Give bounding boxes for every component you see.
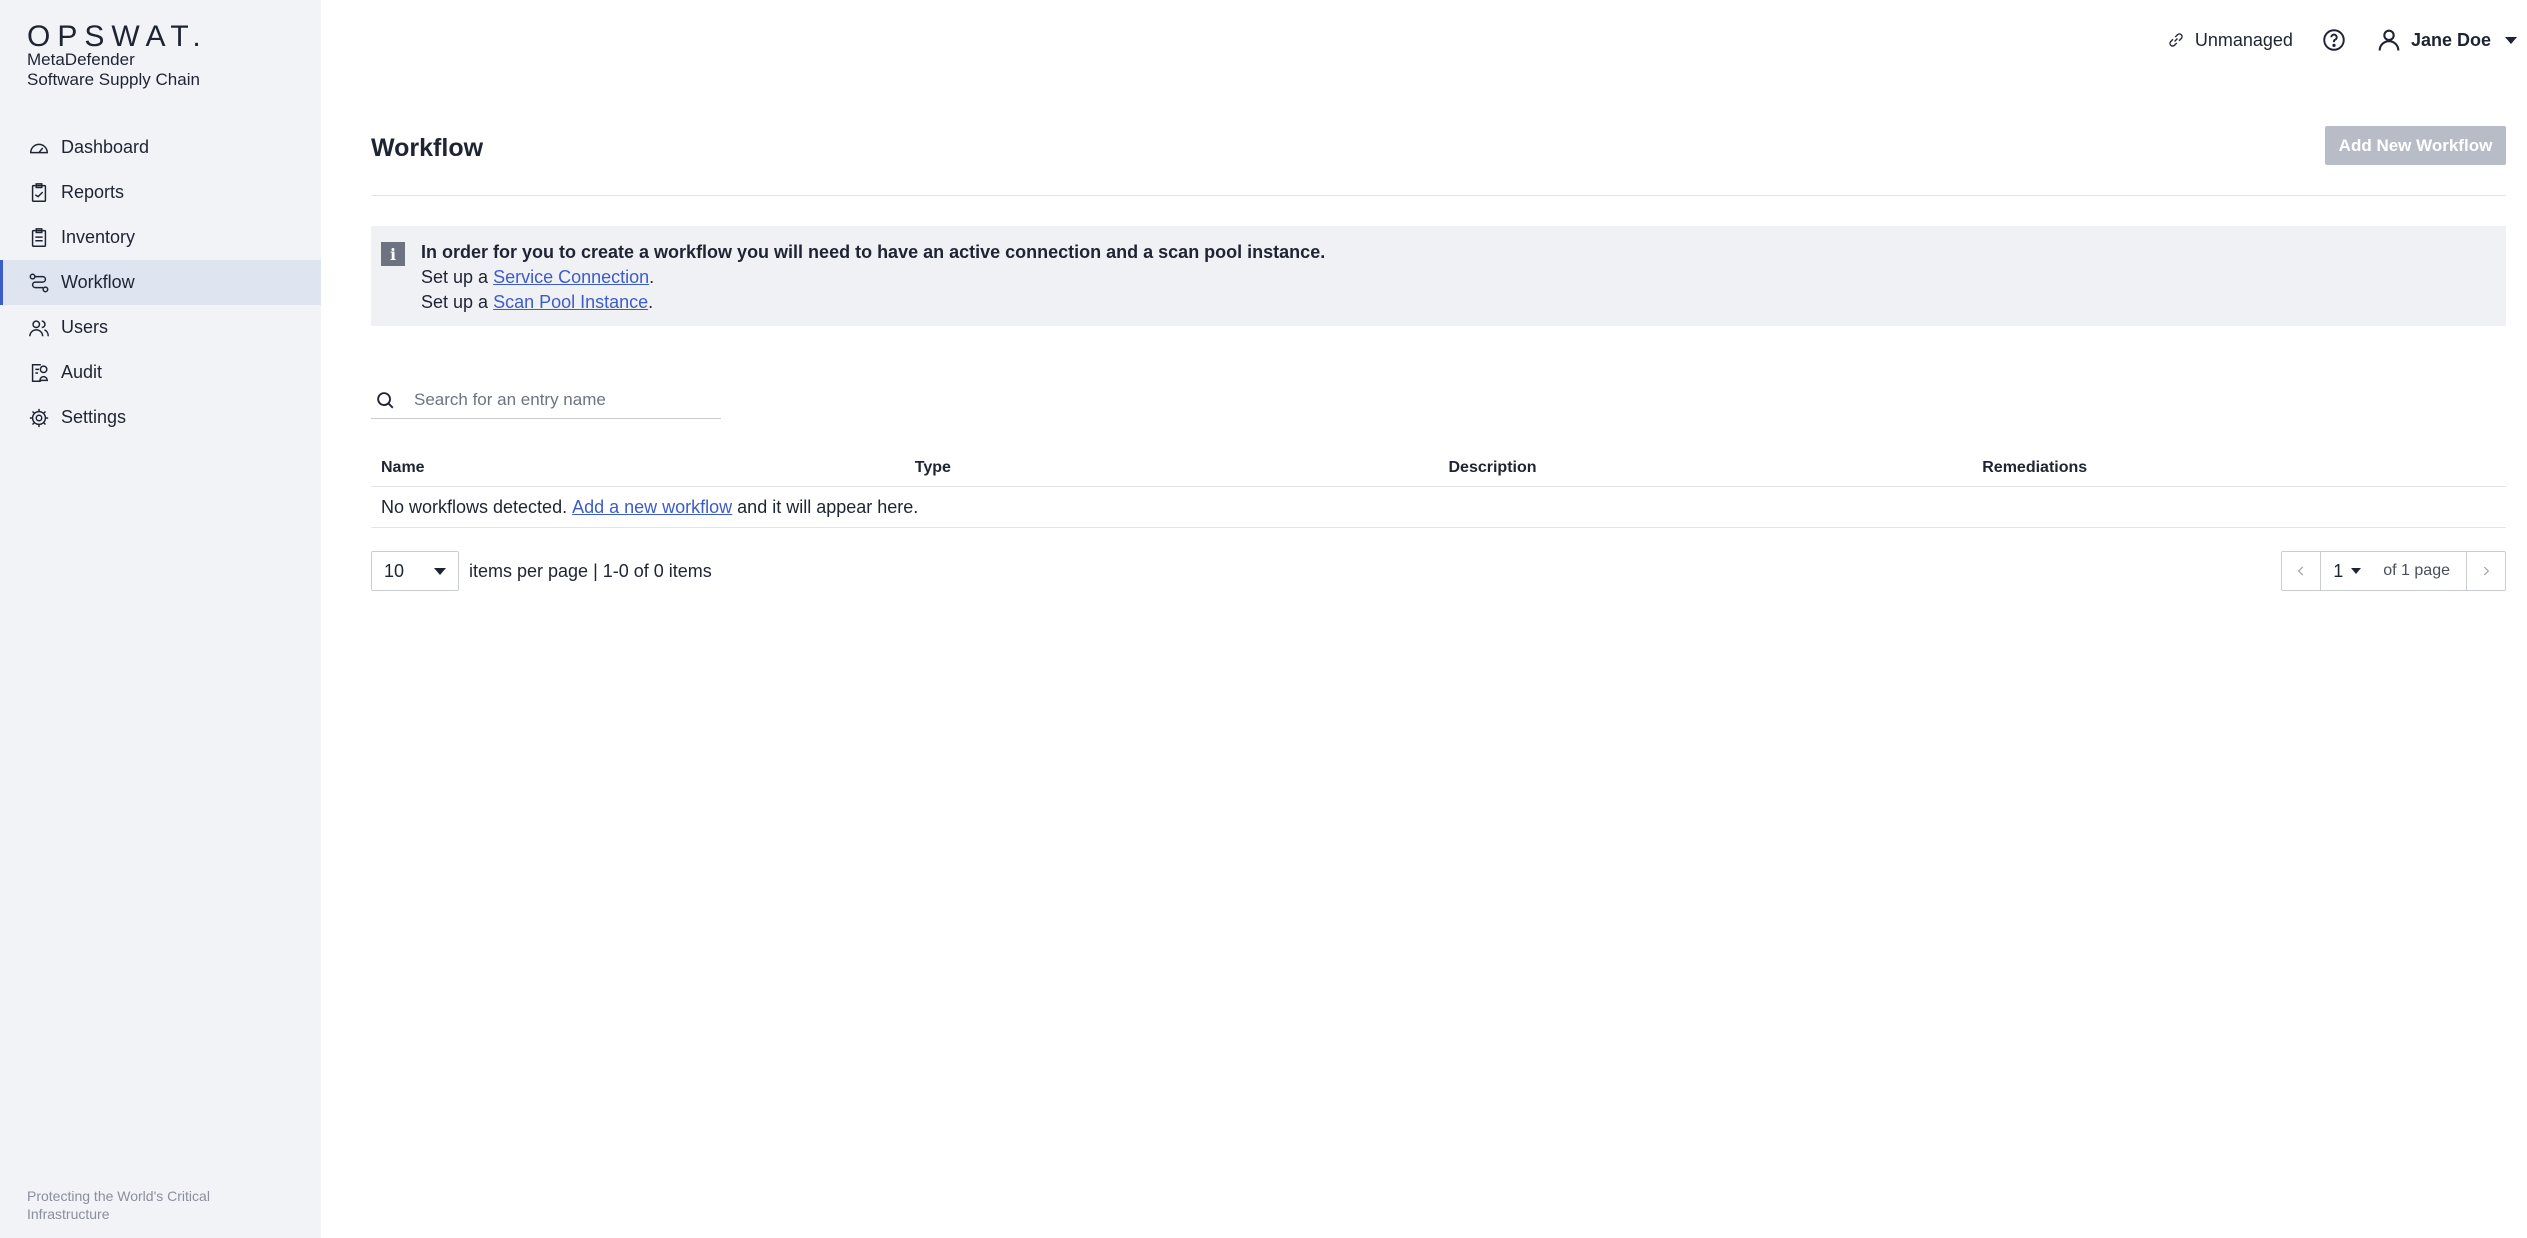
settings-icon [27, 406, 51, 430]
chevron-down-icon [2505, 36, 2517, 44]
sidebar-item-inventory[interactable]: Inventory [0, 215, 321, 260]
help-button[interactable] [2321, 27, 2347, 53]
help-icon [2323, 29, 2345, 51]
page-title: Workflow [371, 134, 484, 162]
inventory-icon [27, 226, 51, 250]
alert-line-suffix: . [649, 267, 655, 287]
search-box [371, 382, 721, 419]
sidebar-item-workflow[interactable]: Workflow [0, 260, 321, 305]
link-icon [2169, 33, 2183, 47]
product-name: MetaDefender Software Supply Chain [27, 50, 200, 90]
page-selector: 1 of 1 page [2321, 552, 2466, 590]
sidebar-item-settings[interactable]: Settings [0, 395, 321, 440]
product-name-line2: Software Supply Chain [27, 70, 200, 89]
sidebar: OPSWAT. MetaDefender Software Supply Cha… [0, 0, 321, 1238]
reports-icon [27, 181, 51, 205]
total-pages-label: of 1 page [2383, 562, 2450, 579]
dashboard-icon [27, 136, 51, 160]
user-menu[interactable]: Jane Doe [2375, 26, 2517, 54]
items-per-page-value: 10 [384, 560, 405, 581]
chevron-down-icon [434, 567, 446, 575]
table-header: Name Type Description Remediations [371, 449, 2506, 487]
service-connection-link[interactable]: Service Connection [493, 267, 649, 287]
users-icon [27, 316, 51, 340]
alert-line-suffix: . [648, 292, 654, 312]
alert-line-scan-pool: Set up a Scan Pool Instance. [421, 290, 1325, 315]
sidebar-item-label: Reports [61, 182, 125, 202]
chevron-down-icon [2351, 568, 2362, 574]
sidebar-item-users[interactable]: Users [0, 305, 321, 350]
column-header-description[interactable]: Description [1439, 459, 1973, 477]
sidebar-item-dashboard[interactable]: Dashboard [0, 125, 321, 170]
search-input[interactable] [412, 389, 706, 411]
sidebar-item-label: Workflow [61, 272, 135, 292]
pagination-controls: 1 of 1 page [2281, 551, 2506, 591]
sidebar-item-label: Users [61, 317, 109, 337]
topbar: Unmanaged Jane Doe [2139, 22, 2517, 58]
opswat-logo[interactable]: OPSWAT. [27, 20, 208, 54]
alert-text: In order for you to create a workflow yo… [421, 240, 1325, 315]
status-label: Unmanaged [2194, 29, 2293, 50]
info-icon: i [381, 242, 405, 266]
current-page-select[interactable]: 1 [2333, 560, 2362, 582]
sidebar-item-label: Settings [61, 407, 127, 427]
alert-line-prefix: Set up a [421, 267, 494, 287]
pagination-summary: items per page | 1-0 of 0 items [469, 560, 712, 581]
sidebar-item-label: Dashboard [61, 137, 150, 157]
column-header-name[interactable]: Name [371, 459, 905, 477]
alert-line-service-connection: Set up a Service Connection. [421, 265, 1325, 290]
sidebar-item-label: Audit [61, 362, 103, 382]
user-icon [2378, 29, 2400, 51]
chevron-right-icon [2483, 566, 2490, 576]
pagination-left: 10 items per page | 1-0 of 0 items [371, 551, 712, 591]
items-per-page-select[interactable]: 10 [371, 551, 459, 591]
audit-icon [27, 361, 51, 385]
scan-pool-instance-link[interactable]: Scan Pool Instance [493, 292, 648, 312]
alert-heading: In order for you to create a workflow yo… [421, 242, 1326, 262]
unmanaged-status[interactable]: Unmanaged [2167, 30, 2293, 51]
alert-line-prefix: Set up a [421, 292, 494, 312]
divider [371, 195, 2506, 196]
product-name-line1: MetaDefender [27, 50, 135, 69]
previous-page-button[interactable] [2282, 552, 2322, 590]
sidebar-item-audit[interactable]: Audit [0, 350, 321, 395]
sidebar-item-reports[interactable]: Reports [0, 170, 321, 215]
add-new-workflow-link[interactable]: Add a new workflow [572, 497, 732, 518]
column-header-type[interactable]: Type [905, 459, 1439, 477]
sidebar-nav: Dashboard Reports Inventory Workflow Use… [0, 125, 321, 440]
sidebar-item-label: Inventory [61, 227, 136, 247]
sidebar-footer-tagline: Protecting the World's Critical Infrastr… [27, 1188, 210, 1222]
empty-message-suffix: and it will appear here. [732, 496, 919, 517]
current-page-value: 1 [2333, 560, 2344, 581]
info-alert: i In order for you to create a workflow … [371, 226, 2506, 326]
username: Jane Doe [2410, 29, 2491, 50]
column-header-remediations[interactable]: Remediations [1972, 459, 2506, 477]
table-empty-row: No workflows detected. Add a new workflo… [371, 487, 2506, 528]
next-page-button[interactable] [2466, 552, 2505, 590]
workflow-icon [27, 271, 51, 295]
search-icon [377, 392, 394, 409]
add-new-workflow-button[interactable]: Add New Workflow [2325, 126, 2506, 165]
empty-message-prefix: No workflows detected. [381, 496, 573, 517]
chevron-left-icon [2298, 566, 2304, 576]
workflow-table: Name Type Description Remediations No wo… [371, 449, 2506, 528]
